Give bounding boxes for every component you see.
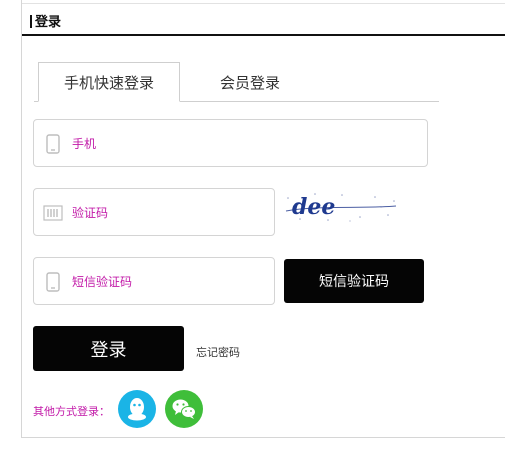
title-bar bbox=[30, 15, 32, 28]
verification-code-placeholder: 验证码 bbox=[72, 206, 109, 220]
qq-login-button[interactable] bbox=[118, 390, 156, 428]
login-button[interactable]: 登录 bbox=[33, 326, 184, 371]
top-border bbox=[22, 3, 505, 4]
phone-placeholder: 手机 bbox=[72, 137, 97, 151]
page-title: 登录 bbox=[30, 11, 61, 30]
qq-icon bbox=[128, 398, 146, 421]
sms-code-field[interactable]: 短信验证码 bbox=[33, 257, 275, 305]
tab-label: 会员登录 bbox=[219, 73, 280, 92]
barcode-icon bbox=[43, 205, 63, 221]
other-login-label: 其他方式登录： bbox=[33, 405, 110, 418]
forgot-password-link[interactable]: 忘记密码 bbox=[196, 344, 240, 360]
phone-field[interactable]: 手机 bbox=[33, 119, 428, 167]
mobile-phone-icon bbox=[46, 272, 60, 292]
captcha-text: dee bbox=[292, 194, 335, 220]
page-title-text: 登录 bbox=[35, 15, 62, 30]
login-panel: 登录 手机快速登录 会员登录 手机 验证码 dee 短信验证码 短信验证码 登录… bbox=[21, 0, 505, 438]
captcha-image[interactable]: dee bbox=[280, 189, 398, 225]
tab-member-login[interactable]: 会员登录 bbox=[180, 62, 320, 102]
wechat-icon bbox=[172, 399, 196, 419]
header-divider bbox=[22, 34, 505, 36]
verification-code-field[interactable]: 验证码 bbox=[33, 188, 275, 236]
wechat-login-button[interactable] bbox=[165, 390, 203, 428]
tab-phone-quick-login[interactable]: 手机快速登录 bbox=[38, 62, 180, 102]
send-sms-code-button[interactable]: 短信验证码 bbox=[284, 259, 424, 303]
tab-label: 手机快速登录 bbox=[63, 73, 154, 92]
mobile-phone-icon bbox=[46, 134, 60, 154]
sms-code-placeholder: 短信验证码 bbox=[72, 275, 133, 289]
